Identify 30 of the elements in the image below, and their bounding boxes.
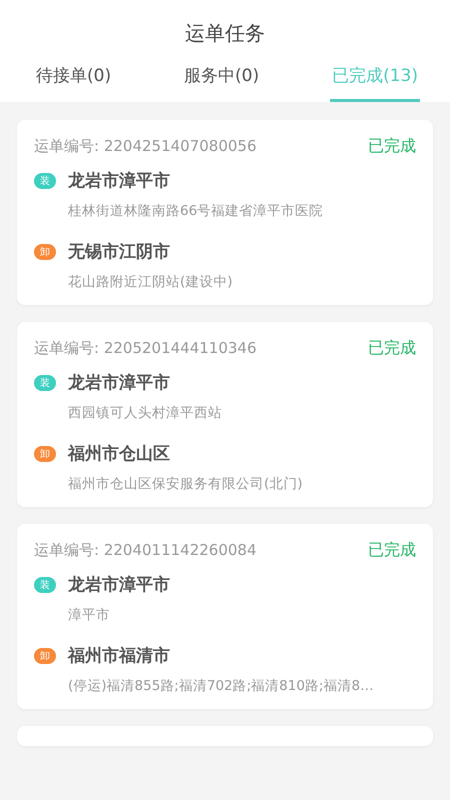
address-text: 福州市仓山区保安服务有限公司(北门) — [68, 475, 304, 493]
address-text: 漳平市 — [68, 606, 111, 624]
stop-type-badge: 装 — [34, 172, 56, 188]
city-name: 无锡市江阴市 — [68, 241, 170, 263]
address-text: 花山路附近江阴站(建设中) — [68, 273, 234, 291]
city-name: 福州市仓山区 — [68, 443, 170, 465]
order-number: 运单编号: 2204251407080056 — [34, 137, 257, 156]
order-card[interactable]: 运单编号: 2205201444110346 已完成 装 龙岩市漳平市 西园镇可人头村漳平西站 卸 福州市仓山区 福州市仓山区保安服务有限公司(北门) — [17, 322, 433, 507]
address-text: (停运)福清855路;福清702路;福清810路;福清8… — [68, 677, 375, 695]
city-name: 龙岩市漳平市 — [68, 170, 170, 192]
order-number: 运单编号: 2205201444110346 — [34, 339, 257, 358]
tab[interactable]: 服务中(0) — [182, 62, 262, 102]
city-name: 龙岩市漳平市 — [68, 574, 170, 596]
stop-type-badge: 装 — [34, 374, 56, 390]
tab[interactable]: 待接单(0) — [34, 62, 114, 102]
order-card[interactable]: 运单编号: 2204011142260084 已完成 装 龙岩市漳平市 漳平市 卸 福州市福清市 (停运)福清855路;福清702路;福清810路;福清8… — [17, 524, 433, 709]
page-title: 运单任务 — [184, 20, 266, 47]
order-status: 已完成 — [368, 540, 416, 561]
stop-type-badge: 卸 — [34, 446, 56, 462]
city-name: 龙岩市漳平市 — [68, 372, 170, 394]
address-text: 桂林街道林隆南路66号福建省漳平市医院 — [68, 202, 324, 220]
order-status: 已完成 — [368, 136, 416, 157]
order-card[interactable]: 运单编号: 2204251407080056 已完成 装 龙岩市漳平市 桂林街道林隆南路66号福建省漳平市医院 卸 无锡市江阴市 花山路附近江阴站(建设中) — [17, 120, 433, 305]
stop-type-badge: 卸 — [34, 648, 56, 664]
order-status: 已完成 — [368, 338, 416, 359]
stop-type-badge: 装 — [34, 576, 56, 592]
city-name: 福州市福清市 — [68, 645, 170, 667]
address-text: 西园镇可人头村漳平西站 — [68, 404, 223, 422]
order-number: 运单编号: 2204011142260084 — [34, 541, 257, 560]
stop-type-badge: 卸 — [34, 244, 56, 260]
